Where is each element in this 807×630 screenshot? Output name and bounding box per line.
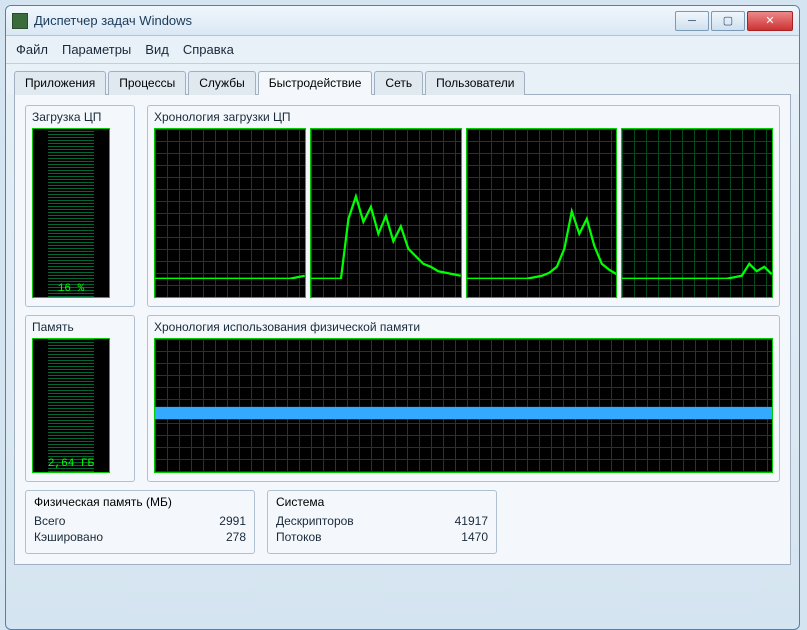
menu-options[interactable]: Параметры	[62, 42, 131, 57]
cpu-usage-text: 16 %	[33, 283, 109, 295]
close-button[interactable]: ✕	[747, 11, 793, 31]
phys-mem-panel: Физическая память (МБ) Всего 2991 Кэширо…	[25, 490, 255, 554]
tab-performance[interactable]: Быстродействие	[258, 71, 373, 95]
system-handles-value: 41917	[455, 514, 488, 528]
app-icon	[12, 13, 28, 29]
system-panel: Система Дескрипторов 41917 Потоков 1470	[267, 490, 497, 554]
window-title: Диспетчер задач Windows	[34, 13, 673, 28]
cpu-gauge-panel: Загрузка ЦП 16 %	[25, 105, 135, 307]
tab-users[interactable]: Пользователи	[425, 71, 525, 95]
system-title: Система	[276, 495, 488, 509]
mem-gauge-panel: Память 2,64 ГБ	[25, 315, 135, 482]
menu-view[interactable]: Вид	[145, 42, 169, 57]
mem-graph	[154, 338, 773, 473]
mem-gauge-label: Память	[32, 320, 128, 334]
cpu-graph-1	[310, 128, 462, 298]
phys-mem-cached-value: 278	[226, 530, 246, 544]
maximize-button[interactable]: ▢	[711, 11, 745, 31]
performance-panel: Загрузка ЦП 16 % Хронология загрузки ЦП	[14, 94, 791, 565]
cpu-history-panel: Хронология загрузки ЦП	[147, 105, 780, 307]
system-threads-label: Потоков	[276, 530, 322, 544]
menubar: Файл Параметры Вид Справка	[6, 36, 799, 64]
tab-network[interactable]: Сеть	[374, 71, 423, 95]
phys-mem-title: Физическая память (МБ)	[34, 495, 246, 509]
titlebar[interactable]: Диспетчер задач Windows ─ ▢ ✕	[6, 6, 799, 36]
phys-mem-total-value: 2991	[219, 514, 246, 528]
cpu-graph-3	[621, 128, 773, 298]
tab-applications[interactable]: Приложения	[14, 71, 106, 95]
task-manager-window: Диспетчер задач Windows ─ ▢ ✕ Файл Парам…	[5, 5, 800, 630]
cpu-gauge-label: Загрузка ЦП	[32, 110, 128, 124]
tab-services[interactable]: Службы	[188, 71, 255, 95]
mem-usage-text: 2,64 ГБ	[33, 458, 109, 470]
minimize-button[interactable]: ─	[675, 11, 709, 31]
menu-help[interactable]: Справка	[183, 42, 234, 57]
menu-file[interactable]: Файл	[16, 42, 48, 57]
cpu-gauge: 16 %	[32, 128, 110, 298]
system-handles-label: Дескрипторов	[276, 514, 354, 528]
cpu-graph-2	[466, 128, 618, 298]
system-threads-value: 1470	[461, 530, 488, 544]
mem-gauge: 2,64 ГБ	[32, 338, 110, 473]
tab-processes[interactable]: Процессы	[108, 71, 186, 95]
phys-mem-cached-label: Кэшировано	[34, 530, 103, 544]
phys-mem-total-label: Всего	[34, 514, 65, 528]
cpu-history-label: Хронология загрузки ЦП	[154, 110, 773, 124]
mem-history-panel: Хронология использования физической памя…	[147, 315, 780, 482]
cpu-graph-0	[154, 128, 306, 298]
mem-history-label: Хронология использования физической памя…	[154, 320, 773, 334]
tab-bar: Приложения Процессы Службы Быстродействи…	[6, 64, 799, 94]
